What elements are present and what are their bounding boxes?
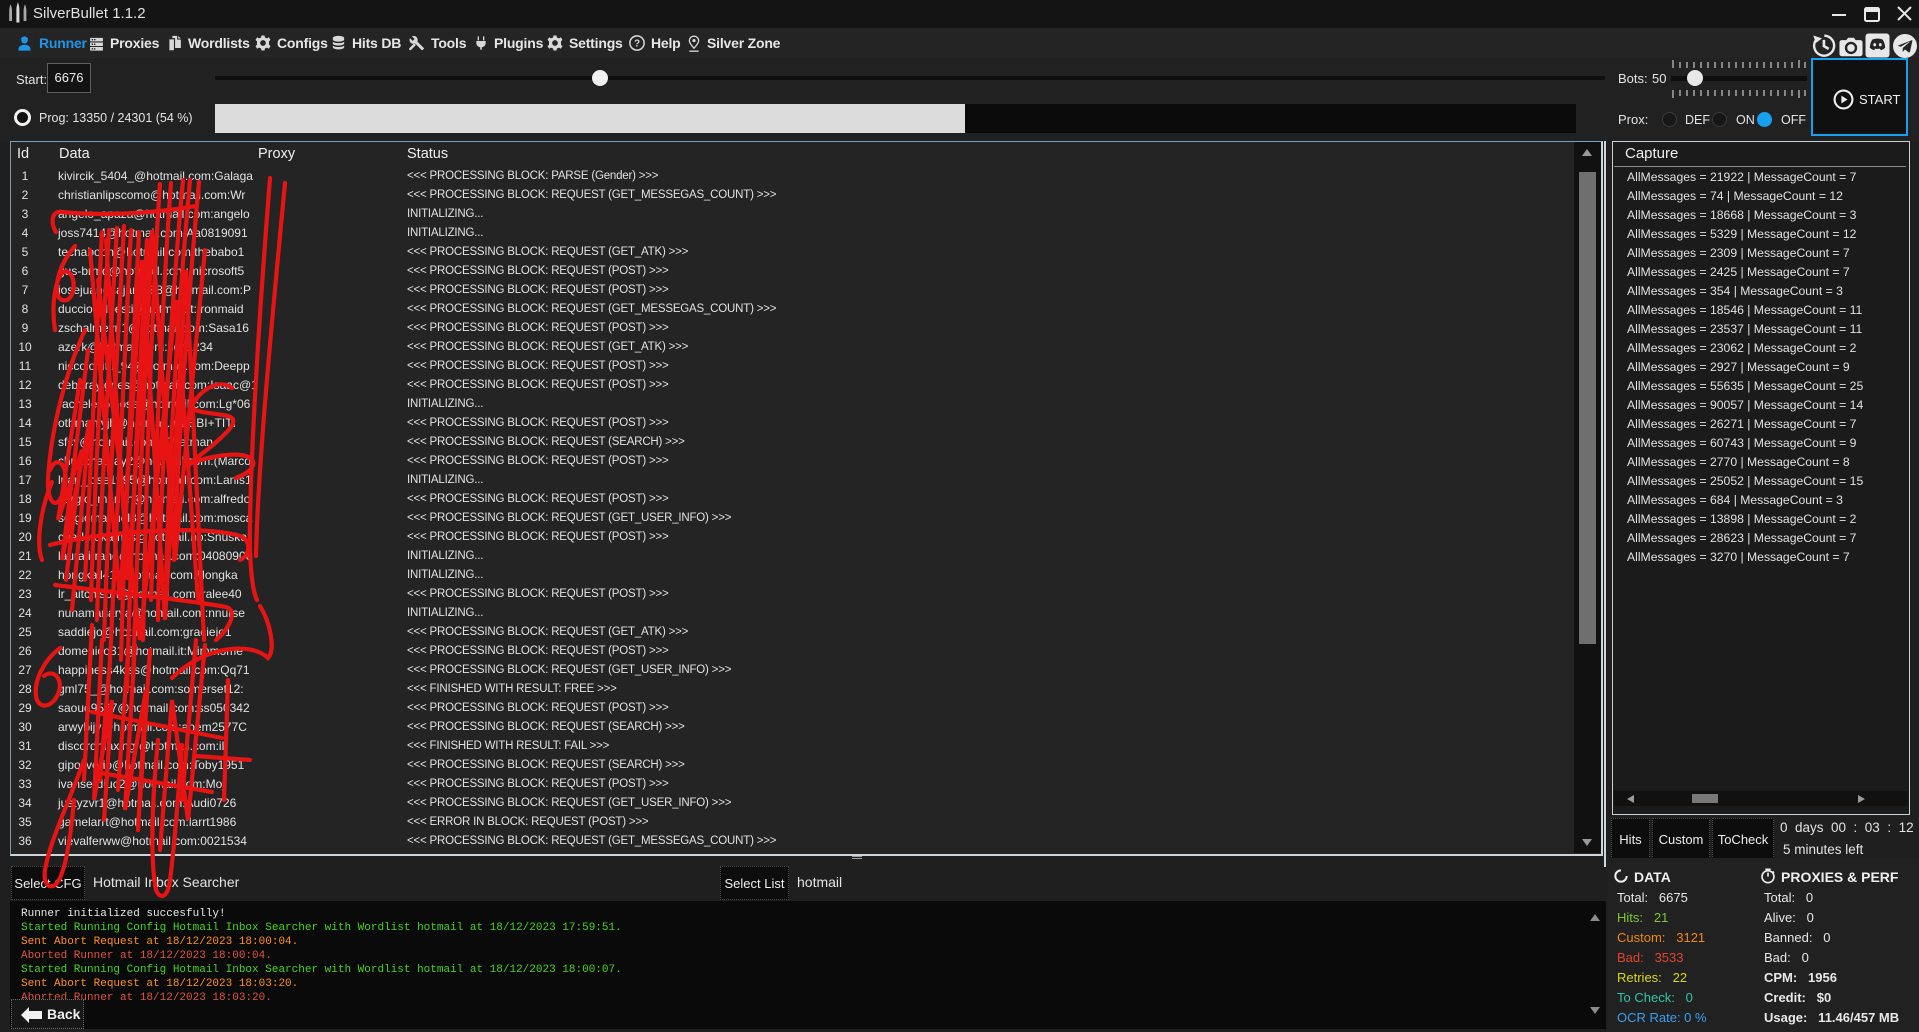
svg-text:?: ? — [634, 38, 640, 49]
